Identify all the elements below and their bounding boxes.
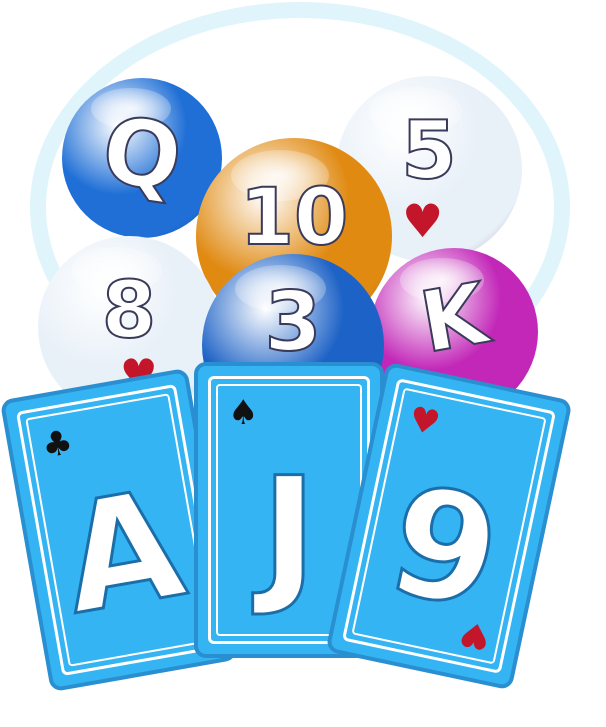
card-game-illustration: Q 5 ♥ 10 8 ♥ K 3 ♣ A ♠ J ♥ 9 ♥ <box>0 0 606 727</box>
spade-icon: ♠ <box>228 393 259 433</box>
ball-rank: 3 <box>263 275 322 370</box>
heart-icon: ♥ <box>402 194 444 248</box>
ball-rank: 10 <box>239 172 350 264</box>
ball-rank: 8 <box>101 265 157 357</box>
club-icon: ♣ <box>38 422 76 467</box>
